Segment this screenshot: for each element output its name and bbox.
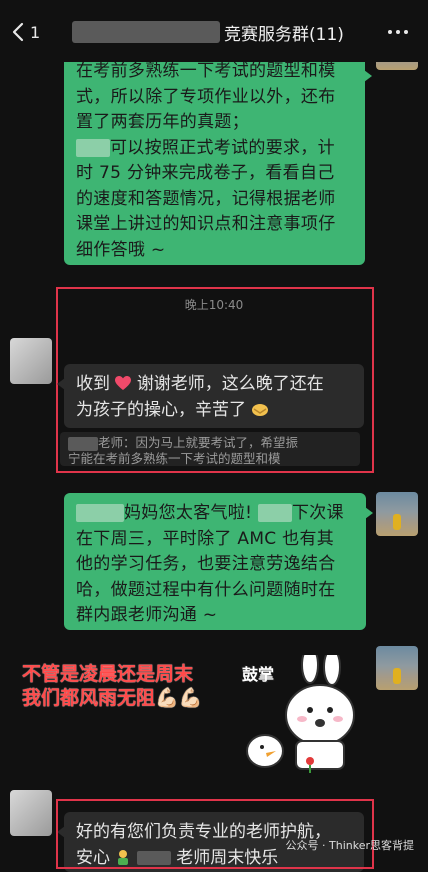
message-text: 下次课 (291, 503, 344, 523)
highlight-frame (56, 799, 374, 869)
handshake-icon (252, 403, 269, 416)
message-line: 置了两套历年的真题； (76, 112, 249, 132)
clapping-bunny-sticker[interactable]: 鼓掌 (240, 646, 380, 775)
quote-text: 宁能在考前多熟练一下考试的题型和模 (68, 450, 281, 466)
message-line: 时 75 分钟来完成卷子，看看自己 (76, 163, 335, 183)
message-line: 可以按照正式考试的要求，计 (110, 137, 335, 158)
more-dot-icon (388, 30, 392, 34)
caption-line: 不管是凌晨还是周末 (22, 663, 194, 685)
more-dot-icon (404, 30, 408, 34)
message-line: 哈，做题过程中有什么问题随时在 (76, 579, 336, 600)
avatar-figure (393, 668, 401, 684)
message-text: 收到 (76, 374, 110, 394)
chat-title-text: 竞赛服务群(11) (224, 24, 344, 45)
message-text: 谢谢老师，这么晚了还在 (136, 374, 324, 394)
more-options-button[interactable] (388, 22, 412, 42)
message-bubble-parent[interactable]: 收到 谢谢老师，这么晚了还在 为孩子的操心，辛苦了 (57, 364, 364, 428)
unread-count: 1 (30, 22, 41, 42)
redacted-name (257, 504, 292, 522)
back-button[interactable]: 1 (12, 18, 52, 46)
redacted-name (76, 138, 110, 157)
parent-avatar[interactable] (10, 790, 52, 836)
quoted-message[interactable]: 老师：因为马上就要考试了，希望振 宁能在考前多熟练一下考试的题型和模 (60, 432, 360, 466)
parent-avatar[interactable] (10, 338, 52, 384)
watermark: 公众号 · Thinker思客背提 (285, 839, 414, 852)
avatar-figure (393, 514, 401, 530)
caption-line: 我们都风雨无阻💪🏻💪🏻 (22, 687, 203, 709)
chat-header: 1 竞赛服务群(11) (0, 0, 428, 62)
message-bubble-teacher[interactable]: 在考前多熟练一下考试的题型和模 式，所以除了专项作业以外，还布 置了两套历年的真… (64, 56, 372, 265)
redacted-name (76, 504, 124, 522)
message-line: 的速度和答题情况，记得根据老师 (76, 188, 336, 209)
message-line: 他的学习任务，也要注意劳逸结合 (76, 554, 336, 574)
message-text: 妈妈您太客气啦! (124, 503, 253, 523)
chevron-left-icon (12, 22, 24, 42)
message-timestamp: 晚上10:40 (184, 298, 244, 312)
message-bubble-teacher[interactable]: 妈妈您太客气啦! 下次课 在下周三，平时除了 AMC 也有其 他的学习任务，也要… (64, 493, 373, 630)
redacted-title (72, 21, 220, 43)
message-text: 为孩子的操心，辛苦了 (76, 399, 246, 420)
teacher-avatar[interactable] (376, 646, 418, 690)
redacted-name (68, 436, 98, 451)
quote-text: 老师：因为马上就要考试了，希望振 (98, 435, 299, 450)
heart-icon (115, 376, 132, 390)
sticker-text: 鼓掌 (242, 665, 275, 684)
message-line: 在考前多熟练一下考试的题型和模 (76, 61, 336, 81)
message-line: 细作答哦 ~ (76, 239, 166, 260)
teacher-avatar[interactable] (376, 492, 418, 536)
message-line: 群内跟老师沟通 ~ (76, 605, 218, 625)
more-dot-icon (396, 30, 400, 34)
message-line: 式，所以除了专项作业以外，还布 (76, 86, 336, 107)
chat-title: 竞赛服务群(11) (72, 18, 344, 46)
message-line: 课堂上讲过的知识点和注意事项仔 (76, 214, 336, 234)
message-line: 在下周三，平时除了 AMC 也有其 (76, 528, 335, 549)
